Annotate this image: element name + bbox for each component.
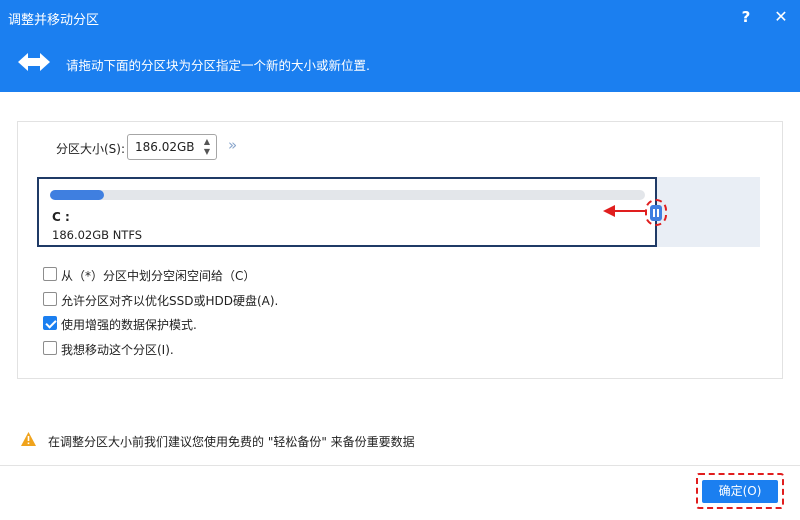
warning-icon bbox=[21, 432, 36, 446]
double-arrow-icon bbox=[18, 53, 50, 71]
spin-up-icon[interactable]: ▲ bbox=[202, 137, 212, 147]
option-checkbox[interactable] bbox=[43, 316, 57, 330]
option-checkbox[interactable] bbox=[43, 267, 57, 281]
option-label: 我想移动这个分区(I). bbox=[61, 343, 174, 357]
usage-bar-fill bbox=[50, 190, 104, 200]
option-label: 允许分区对齐以优化SSD或HDD硬盘(A). bbox=[61, 294, 279, 308]
option-label: 使用增强的数据保护模式. bbox=[61, 318, 197, 332]
ok-button[interactable]: 确定(O) bbox=[702, 480, 778, 503]
option-checkbox[interactable] bbox=[43, 292, 57, 306]
double-chevron-right-icon[interactable]: » bbox=[228, 136, 237, 154]
partition-size-label: 分区大小(S): bbox=[56, 142, 126, 156]
usage-bar bbox=[50, 190, 645, 200]
drive-info: 186.02GB NTFS bbox=[52, 228, 143, 242]
help-button[interactable]: ? bbox=[738, 6, 754, 28]
resize-handle[interactable] bbox=[650, 205, 662, 221]
partition-size-value[interactable]: 186.02GB bbox=[135, 140, 195, 154]
banner-text: 请拖动下面的分区块为分区指定一个新的大小或新位置. bbox=[66, 58, 370, 73]
close-button[interactable]: ✕ bbox=[772, 6, 790, 28]
partition-size-input[interactable]: 186.02GB ▲ ▼ bbox=[127, 134, 217, 160]
unallocated-space bbox=[655, 177, 760, 247]
drag-direction-arrow-icon bbox=[603, 205, 645, 217]
instruction-banner: 请拖动下面的分区块为分区指定一个新的大小或新位置. bbox=[0, 36, 800, 92]
option-label: 从（*）分区中划分空闲空间给（C） bbox=[61, 269, 256, 283]
partition-block[interactable]: C : 186.02GB NTFS bbox=[37, 177, 657, 247]
title-bar: 调整并移动分区 ? ✕ bbox=[0, 0, 800, 36]
spin-down-icon[interactable]: ▼ bbox=[202, 147, 212, 157]
backup-warning-text: 在调整分区大小前我们建议您使用免费的 "轻松备份" 来备份重要数据 bbox=[48, 435, 415, 449]
window-title: 调整并移动分区 bbox=[8, 13, 100, 28]
option-checkbox[interactable] bbox=[43, 341, 57, 355]
drive-letter: C : bbox=[52, 210, 70, 224]
footer-divider bbox=[0, 465, 800, 466]
